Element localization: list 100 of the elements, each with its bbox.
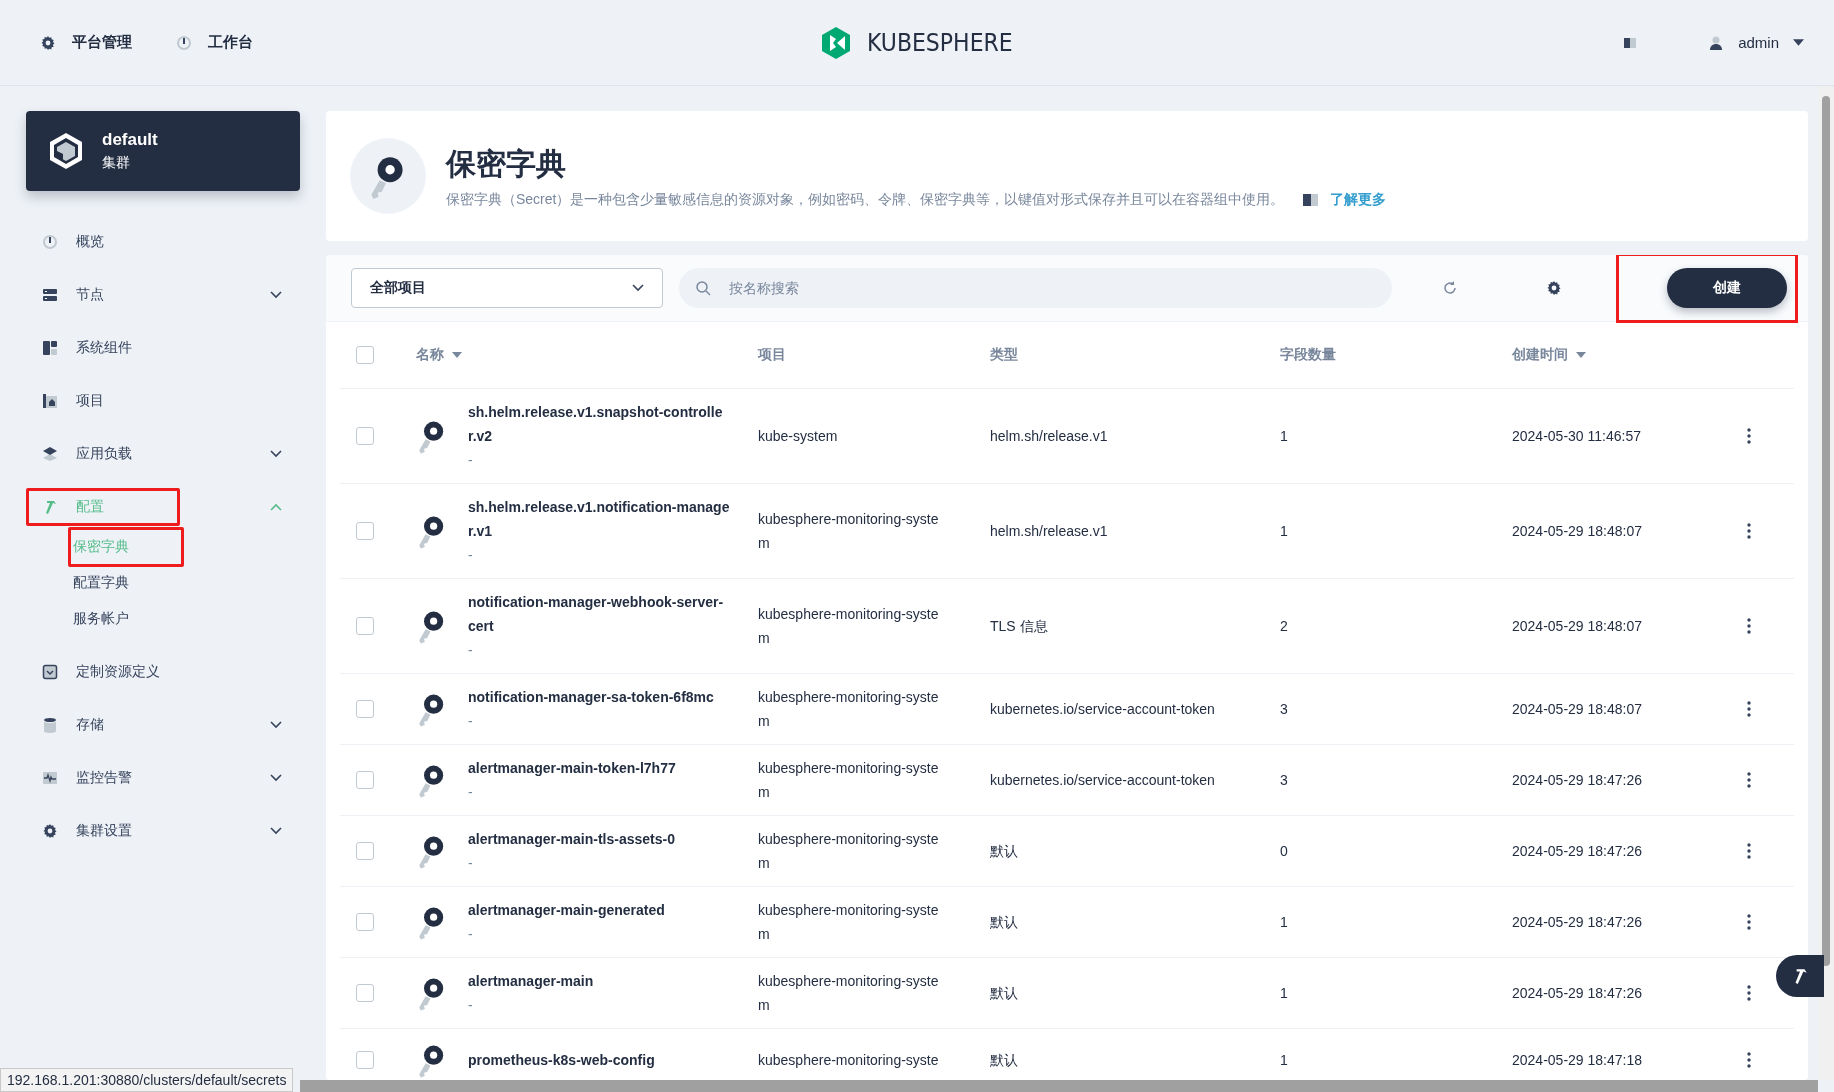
column-header[interactable]: 创建时间	[1512, 346, 1734, 364]
table-cell-text: kubesphere-monitoring-system	[758, 901, 940, 944]
search-icon	[695, 280, 711, 296]
row-checkbox[interactable]	[356, 617, 374, 635]
secret-name[interactable]: alertmanager-main-token-l7h77	[468, 756, 730, 780]
cluster-type: 集群	[102, 154, 131, 172]
user-icon	[1708, 34, 1725, 51]
chevron-icon	[632, 284, 644, 292]
column-header: 字段数量	[1280, 346, 1337, 364]
secret-name[interactable]: notification-manager-sa-token-6f8mc	[468, 685, 730, 709]
chevron-icon[interactable]	[270, 290, 282, 299]
project-select[interactable]: 全部项目	[351, 268, 663, 308]
create-button[interactable]: 创建	[1667, 268, 1787, 308]
scrollbar[interactable]	[1818, 86, 1834, 1080]
status-url: 192.168.1.201:30880/clusters/default/secrets	[0, 1068, 294, 1092]
table-cell-text: kubesphere-monitoring-system	[758, 830, 940, 873]
table-cell-text: 0	[1280, 842, 1289, 861]
secret-description: -	[468, 854, 474, 873]
dial-icon	[176, 34, 192, 51]
sidebar-subitem[interactable]: 配置字典	[48, 574, 129, 592]
table-cell-text: 2024-05-29 18:47:26	[1512, 913, 1643, 932]
sidebar-item[interactable]: 概览	[26, 232, 282, 251]
more-icon[interactable]	[1747, 1052, 1751, 1068]
table-cell-text: helm.sh/release.v1	[990, 427, 1109, 446]
more-icon[interactable]	[1747, 523, 1751, 539]
row-checkbox[interactable]	[356, 1051, 374, 1069]
table-cell-text: 1	[1280, 427, 1289, 446]
user-name: admin	[1738, 34, 1779, 51]
secret-description: -	[468, 546, 474, 565]
secret-description: -	[468, 783, 474, 802]
secret-name[interactable]: sh.helm.release.v1.snapshot-controller.v2	[468, 400, 730, 448]
nav-link[interactable]: 工作台	[176, 33, 253, 52]
sort-icon[interactable]	[1576, 352, 1586, 358]
row-checkbox[interactable]	[356, 700, 374, 718]
chevron-icon[interactable]	[270, 720, 282, 729]
secret-description: -	[468, 712, 474, 731]
table-cell-text: 2024-05-30 11:46:57	[1512, 427, 1642, 446]
sidebar-item[interactable]: 监控告警	[26, 768, 270, 787]
more-icon[interactable]	[1747, 985, 1751, 1001]
column-header: 类型	[990, 346, 1019, 364]
row-checkbox[interactable]	[356, 427, 374, 445]
tool-button[interactable]	[1776, 955, 1824, 997]
row-checkbox[interactable]	[356, 913, 374, 931]
dial-icon	[42, 233, 58, 250]
sidebar-item[interactable]: 定制资源定义	[26, 662, 282, 681]
table-cell-text: kubesphere-monitoring-system	[758, 605, 940, 648]
scrollbar[interactable]	[300, 1080, 1818, 1092]
secret-description: -	[468, 996, 474, 1015]
sidebar-item[interactable]: 项目	[26, 391, 282, 410]
logo-text: KUBESPHERE	[867, 28, 1013, 57]
more-icon[interactable]	[1747, 772, 1751, 788]
table-cell-text: kubernetes.io/service-account-token	[990, 700, 1216, 719]
table-cell-text: 3	[1280, 771, 1289, 790]
table-cell-text: 2	[1280, 617, 1289, 636]
page-title: 保密字典	[446, 145, 567, 182]
table-cell-text: kubesphere-monitoring-system	[758, 972, 940, 1015]
more-icon[interactable]	[1747, 701, 1751, 717]
chevron-icon[interactable]	[270, 826, 282, 835]
search-field[interactable]: 按名称搜索	[679, 268, 1392, 308]
secret-name[interactable]: alertmanager-main	[468, 969, 730, 993]
table-cell-text: kubesphere-monitoring-system	[758, 759, 940, 802]
sidebar-item[interactable]: 集群设置	[26, 821, 270, 840]
cluster-card[interactable]: default 集群	[26, 111, 300, 191]
table-cell-text: 2024-05-29 18:48:07	[1512, 617, 1643, 636]
layers-icon	[42, 445, 58, 462]
sidebar-item[interactable]: 存储	[26, 715, 270, 734]
row-checkbox[interactable]	[356, 771, 374, 789]
cluster-name: default	[102, 130, 158, 150]
table-cell-text: kubesphere-monitoring-system	[758, 688, 940, 731]
blocks-icon	[42, 339, 58, 356]
refresh-icon[interactable]	[1442, 280, 1458, 296]
sidebar-item[interactable]: 系统组件	[26, 338, 282, 357]
secret-name[interactable]: sh.helm.release.v1.notification-manager.v1	[468, 495, 730, 543]
settings-icon[interactable]	[1546, 280, 1562, 296]
secret-name[interactable]: prometheus-k8s-web-config	[468, 1048, 730, 1072]
nav-link[interactable]: 平台管理	[40, 33, 132, 52]
more-icon[interactable]	[1747, 914, 1751, 930]
sidebar-item[interactable]: 应用负载	[26, 444, 270, 463]
row-checkbox[interactable]	[356, 842, 374, 860]
more-icon[interactable]	[1747, 428, 1751, 444]
sidebar-subitem[interactable]: 服务帐户	[48, 610, 129, 628]
gear-icon	[42, 822, 58, 839]
row-checkbox[interactable]	[356, 522, 374, 540]
sort-icon[interactable]	[452, 352, 462, 358]
table-cell-text: 默认	[990, 842, 1019, 861]
select-all-checkbox[interactable]	[356, 346, 374, 364]
chevron-icon[interactable]	[270, 773, 282, 782]
secret-name[interactable]: alertmanager-main-generated	[468, 898, 730, 922]
project-icon	[42, 392, 58, 409]
checkbox-square-icon	[42, 663, 58, 680]
row-checkbox[interactable]	[356, 984, 374, 1002]
secret-name[interactable]: notification-manager-webhook-server-cert	[468, 590, 730, 638]
more-icon[interactable]	[1747, 843, 1751, 859]
sidebar-item[interactable]: 节点	[26, 285, 270, 304]
more-icon[interactable]	[1747, 618, 1751, 634]
secret-name[interactable]: alertmanager-main-tls-assets-0	[468, 827, 730, 851]
column-header[interactable]: 名称	[416, 346, 758, 364]
table-cell-text: 1	[1280, 522, 1289, 541]
chevron-icon[interactable]	[270, 449, 282, 458]
table-cell-text: kube-system	[758, 427, 839, 446]
